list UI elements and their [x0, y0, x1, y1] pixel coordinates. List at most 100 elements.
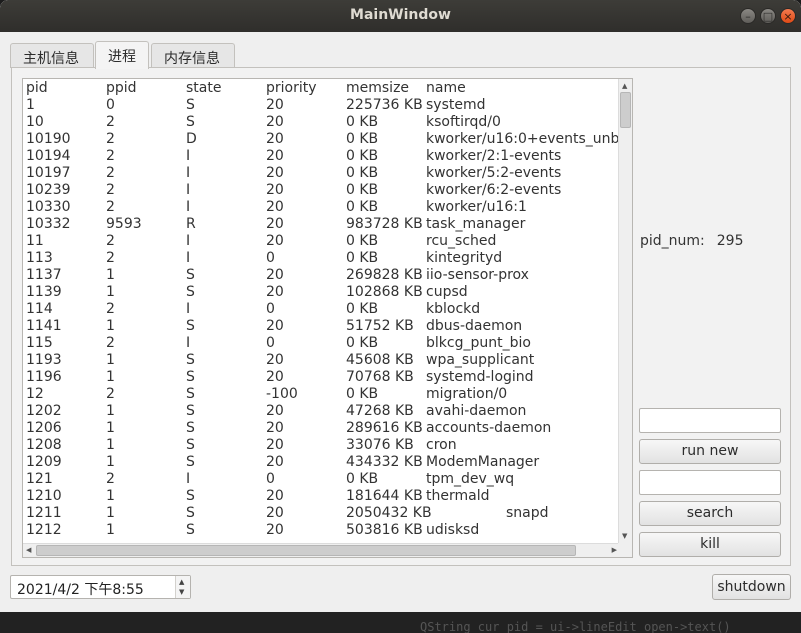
cell-ppid: 2 [106, 471, 115, 487]
cell-memsize: 0 KB [346, 386, 379, 402]
cell-name: kworker/u16:0+events_unbo [426, 131, 619, 147]
close-button[interactable]: × [780, 8, 796, 24]
table-row[interactable]: 10190 2 D 20 0 KB kworker/u16:0+events_unbo [25, 131, 619, 148]
table-row[interactable]: 1202 1 S 20 47268 KB avahi-daemon [25, 403, 619, 420]
maximize-button[interactable]: □ [760, 8, 776, 24]
background-terminal-text: QString cur_pid = ui->lineEdit_open->tex… [420, 620, 731, 633]
spin-down-icon[interactable]: ▼ [179, 588, 184, 596]
pid-count: pid_num: 295 [640, 233, 744, 249]
cell-name: tpm_dev_wq [426, 471, 515, 487]
cell-priority: 20 [266, 403, 284, 419]
cell-state: S [186, 505, 195, 521]
table-row[interactable]: 114 2 I 0 0 KB kblockd [25, 301, 619, 318]
tab-processes[interactable]: 进程 [95, 41, 149, 69]
shutdown-button[interactable]: shutdown [712, 574, 791, 600]
cell-priority: 20 [266, 114, 284, 130]
horizontal-scroll-thumb[interactable] [36, 545, 576, 556]
cell-state: S [186, 454, 195, 470]
cell-priority: 20 [266, 505, 284, 521]
cell-pid: 1202 [26, 403, 62, 419]
table-row[interactable]: 10330 2 I 20 0 KB kworker/u16:1 [25, 199, 619, 216]
table-row[interactable]: 11 2 I 20 0 KB rcu_sched [25, 233, 619, 250]
table-row[interactable]: 10 2 S 20 0 KB ksoftirqd/0 [25, 114, 619, 131]
cell-pid: 10330 [26, 199, 71, 215]
kill-button[interactable]: kill [639, 532, 781, 557]
cell-pid: 11 [26, 233, 44, 249]
run-new-button[interactable]: run new [639, 439, 781, 464]
table-row[interactable]: 1212 1 S 20 503816 KB udisksd [25, 522, 619, 539]
vertical-scrollbar[interactable]: ▲ ▼ [618, 79, 632, 543]
cell-pid: 1210 [26, 488, 62, 504]
header-ppid: ppid [106, 80, 137, 96]
run-command-input[interactable] [639, 408, 781, 433]
cell-ppid: 1 [106, 352, 115, 368]
table-row[interactable]: 1193 1 S 20 45608 KB wpa_supplicant [25, 352, 619, 369]
scroll-right-arrow-icon[interactable]: ▶ [612, 545, 617, 555]
table-row[interactable]: 10332 9593 R 20 983728 KB task_manager [25, 216, 619, 233]
cell-memsize: 0 KB [346, 301, 379, 317]
cell-memsize: 225736 KB [346, 97, 423, 113]
scroll-down-arrow-icon[interactable]: ▼ [622, 531, 627, 541]
cell-name: ModemManager [426, 454, 540, 470]
table-row[interactable]: 10239 2 I 20 0 KB kworker/6:2-events [25, 182, 619, 199]
vertical-scroll-thumb[interactable] [620, 92, 631, 128]
cell-name: rcu_sched [426, 233, 497, 249]
cell-ppid: 2 [106, 148, 115, 164]
cell-state: I [186, 165, 191, 181]
cell-priority: 0 [266, 471, 275, 487]
cell-ppid: 1 [106, 267, 115, 283]
header-name: name [426, 80, 466, 96]
cell-pid: 10197 [26, 165, 71, 181]
table-row[interactable]: 12 2 S -100 0 KB migration/0 [25, 386, 619, 403]
scroll-left-arrow-icon[interactable]: ◀ [26, 545, 31, 555]
table-row[interactable]: 1141 1 S 20 51752 KB dbus-daemon [25, 318, 619, 335]
cell-pid: 1 [26, 97, 35, 113]
search-pid-input[interactable] [639, 470, 781, 495]
cell-priority: 0 [266, 250, 275, 266]
cell-state: S [186, 318, 195, 334]
table-row[interactable]: 1210 1 S 20 181644 KB thermald [25, 488, 619, 505]
datetime-edit[interactable]: 2021/4/2 下午8:55 ▲ ▼ [10, 575, 191, 599]
cell-state: I [186, 148, 191, 164]
cell-name: kintegrityd [426, 250, 503, 266]
header-priority: priority [266, 80, 317, 96]
process-list[interactable]: pid ppid state priority memsize name 10S… [22, 78, 633, 558]
table-row[interactable]: 115 2 I 0 0 KB blkcg_punt_bio [25, 335, 619, 352]
table-row[interactable]: 113 2 I 0 0 KB kintegrityd [25, 250, 619, 267]
table-row[interactable]: 1206 1 S 20 289616 KB accounts-daemon [25, 420, 619, 437]
table-row[interactable]: 1209 1 S 20 434332 KB ModemManager [25, 454, 619, 471]
table-row[interactable]: 1 0 S 20 225736 KB systemd [25, 97, 619, 114]
cell-name: kworker/u16:1 [426, 199, 527, 215]
table-row[interactable]: 10194 2 I 20 0 KB kworker/2:1-events [25, 148, 619, 165]
cell-memsize: 0 KB [346, 182, 379, 198]
table-row[interactable]: 1211 1 S 20 2050432 KB snapd [25, 505, 619, 522]
tab-host-info[interactable]: 主机信息 [10, 43, 94, 68]
table-row[interactable]: 10197 2 I 20 0 KB kworker/5:2-events [25, 165, 619, 182]
table-row[interactable]: 1139 1 S 20 102868 KB cupsd [25, 284, 619, 301]
cell-ppid: 0 [106, 97, 115, 113]
cell-ppid: 9593 [106, 216, 142, 232]
tab-memory-info[interactable]: 内存信息 [151, 43, 235, 68]
table-row[interactable]: 1208 1 S 20 33076 KB cron [25, 437, 619, 454]
cell-memsize: 0 KB [346, 250, 379, 266]
minimize-button[interactable]: – [740, 8, 756, 24]
datetime-spinner[interactable]: ▲ ▼ [175, 576, 190, 598]
title-bar: MainWindow – □ × [0, 0, 801, 32]
search-button[interactable]: search [639, 501, 781, 526]
table-row[interactable]: 1137 1 S 20 269828 KB iio-sensor-prox [25, 267, 619, 284]
scroll-up-arrow-icon[interactable]: ▲ [622, 81, 627, 91]
cell-state: S [186, 522, 195, 538]
cell-memsize: 983728 KB [346, 216, 423, 232]
table-row[interactable]: 121 2 I 0 0 KB tpm_dev_wq [25, 471, 619, 488]
cell-ppid: 2 [106, 250, 115, 266]
process-list-content: pid ppid state priority memsize name 10S… [25, 80, 619, 541]
cell-priority: 20 [266, 454, 284, 470]
cell-ppid: 1 [106, 403, 115, 419]
horizontal-scrollbar[interactable]: ◀ ▶ [23, 543, 620, 557]
cell-name: snapd [506, 505, 549, 521]
cell-memsize: 0 KB [346, 471, 379, 487]
cell-name: systemd-logind [426, 369, 534, 385]
cell-name: task_manager [426, 216, 526, 232]
spin-up-icon[interactable]: ▲ [179, 578, 184, 586]
table-row[interactable]: 1196 1 S 20 70768 KB systemd-logind [25, 369, 619, 386]
